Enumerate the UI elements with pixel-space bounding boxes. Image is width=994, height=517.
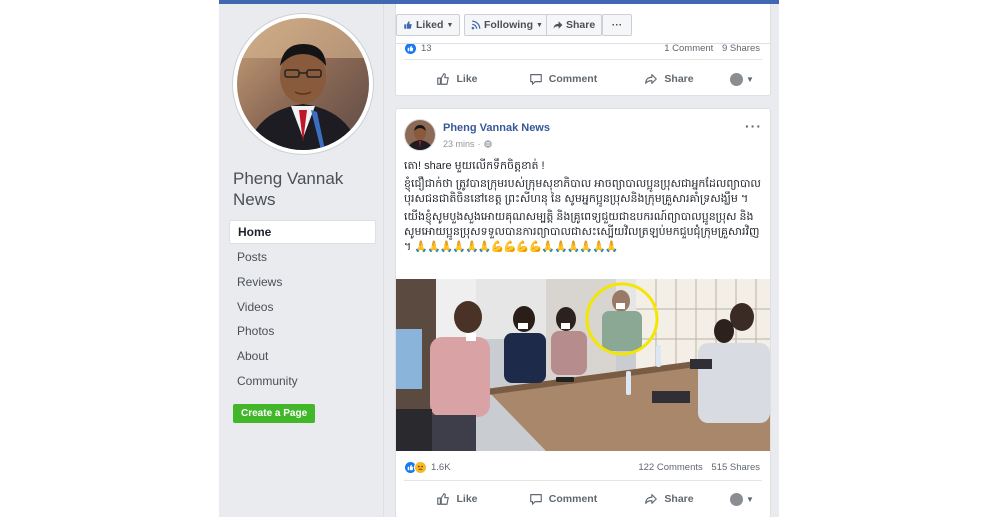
facebook-page: Pheng Vannak News Home Posts Reviews Vid… bbox=[219, 4, 779, 517]
create-page-button[interactable]: Create a Page bbox=[233, 404, 316, 423]
thumbs-up-icon bbox=[437, 493, 450, 505]
page-nav: Home Posts Reviews Videos Photos About C… bbox=[229, 220, 376, 394]
react-as-selector[interactable]: ▼ bbox=[722, 484, 762, 514]
divider bbox=[404, 59, 762, 60]
page-avatar-icon bbox=[730, 492, 744, 506]
liked-button[interactable]: Liked ▼ bbox=[396, 14, 461, 36]
nav-item-photos[interactable]: Photos bbox=[229, 319, 376, 344]
post-text-line: តោ! share មួយលើកទឹកចិត្តខាត់ ! bbox=[404, 160, 545, 172]
caret-down-icon: ▼ bbox=[446, 21, 454, 29]
post-timestamp[interactable]: 23 mins bbox=[443, 139, 475, 149]
share-button[interactable]: Share bbox=[616, 484, 722, 514]
post-text: តោ! share មួយលើកទឹកចិត្តខាត់ ! ខ្ញុំជឿជា… bbox=[404, 159, 764, 258]
meeting-room-photo bbox=[396, 279, 770, 451]
post-author-name[interactable]: Pheng Vannak News bbox=[443, 122, 550, 134]
share-arrow-icon bbox=[645, 74, 658, 84]
like-button[interactable]: Like bbox=[404, 484, 510, 514]
share-count[interactable]: 9 Shares bbox=[722, 43, 760, 54]
share-arrow-icon bbox=[645, 494, 658, 504]
caret-down-icon: ▼ bbox=[746, 74, 754, 84]
divider bbox=[404, 480, 762, 481]
screenshot-stage: Pheng Vannak News Home Posts Reviews Vid… bbox=[0, 0, 994, 517]
comment-label: Comment bbox=[548, 73, 598, 85]
comment-icon bbox=[529, 74, 542, 85]
post-action-row: Like Comment Share ▼ bbox=[404, 64, 762, 94]
page-avatar-icon bbox=[730, 72, 744, 86]
like-label: Like bbox=[456, 493, 478, 505]
nav-item-reviews[interactable]: Reviews bbox=[229, 270, 376, 295]
page-action-bar: Liked ▼ Following ▼ Share ··· bbox=[395, 4, 771, 44]
like-button[interactable]: Like bbox=[404, 64, 510, 94]
nav-item-about[interactable]: About bbox=[229, 344, 376, 369]
post-stats: 1 Comment 9 Shares bbox=[658, 43, 760, 54]
following-button[interactable]: Following ▼ bbox=[464, 14, 550, 36]
comment-count[interactable]: 122 Comments bbox=[638, 462, 702, 473]
nav-item-home[interactable]: Home bbox=[229, 220, 376, 244]
comment-icon bbox=[529, 494, 542, 505]
share-count[interactable]: 515 Shares bbox=[711, 462, 760, 473]
post-card: Pheng Vannak News 23 mins · ··· តោ! shar… bbox=[395, 108, 771, 517]
like-label: Like bbox=[456, 73, 478, 85]
reaction-summary[interactable]: 1.6K bbox=[404, 459, 451, 475]
sad-reaction-icon bbox=[414, 460, 427, 474]
left-sidebar: Pheng Vannak News Home Posts Reviews Vid… bbox=[219, 4, 384, 517]
post-action-row: Like Comment Share ▼ bbox=[404, 484, 762, 514]
rss-icon bbox=[471, 20, 481, 30]
share-label: Share bbox=[664, 73, 694, 85]
post-options-icon[interactable]: ··· bbox=[745, 119, 762, 133]
following-label: Following bbox=[484, 19, 533, 31]
comment-label: Comment bbox=[548, 493, 598, 505]
post-photo[interactable] bbox=[396, 279, 770, 451]
reaction-count: 1.6K bbox=[431, 461, 451, 473]
liked-label: Liked bbox=[416, 19, 444, 31]
profile-picture[interactable] bbox=[233, 14, 373, 154]
nav-item-community[interactable]: Community bbox=[229, 369, 376, 394]
post-text-paragraph: យើងខ្ញុំសូមបួងសួងអោយគុណសម្បត្តិ និងគ្រូព… bbox=[404, 210, 764, 255]
reaction-count: 13 bbox=[421, 42, 432, 54]
comment-count[interactable]: 1 Comment bbox=[664, 43, 713, 54]
ellipsis-icon: ··· bbox=[611, 19, 623, 31]
share-arrow-icon bbox=[553, 21, 563, 29]
author-avatar[interactable] bbox=[404, 119, 436, 151]
nav-item-videos[interactable]: Videos bbox=[229, 295, 376, 320]
post-stats: 122 Comments 515 Shares bbox=[632, 462, 760, 473]
post-meta: 23 mins · bbox=[443, 139, 492, 149]
post-text-paragraph: ខ្ញុំជឿជាក់ថា ត្រូវបានក្រុមរបស់ក្រុមសុខា… bbox=[404, 178, 761, 205]
post-header: Pheng Vannak News 23 mins · ··· bbox=[404, 119, 764, 155]
emoji-row: 🙏🙏🙏🙏🙏🙏💪💪💪💪🙏🙏🙏🙏🙏🙏 bbox=[414, 241, 618, 253]
globe-icon bbox=[483, 140, 492, 148]
page-name[interactable]: Pheng Vannak News bbox=[233, 168, 373, 210]
react-as-selector[interactable]: ▼ bbox=[722, 64, 762, 94]
thumbs-up-icon bbox=[437, 73, 450, 85]
share-label: Share bbox=[664, 493, 694, 505]
comment-button[interactable]: Comment bbox=[510, 484, 616, 514]
caret-down-icon: ▼ bbox=[746, 494, 754, 504]
thumbs-up-icon bbox=[404, 21, 412, 29]
share-button[interactable]: Share bbox=[616, 64, 722, 94]
caret-down-icon: ▼ bbox=[536, 21, 543, 29]
main-feed: 13 1 Comment 9 Shares Like Comment Share… bbox=[395, 4, 771, 517]
more-options-button[interactable]: ··· bbox=[602, 14, 632, 36]
nav-item-posts[interactable]: Posts bbox=[229, 245, 376, 270]
comment-button[interactable]: Comment bbox=[510, 64, 616, 94]
share-page-label: Share bbox=[566, 19, 596, 31]
profile-photo bbox=[237, 18, 369, 150]
share-page-button[interactable]: Share bbox=[546, 14, 603, 36]
